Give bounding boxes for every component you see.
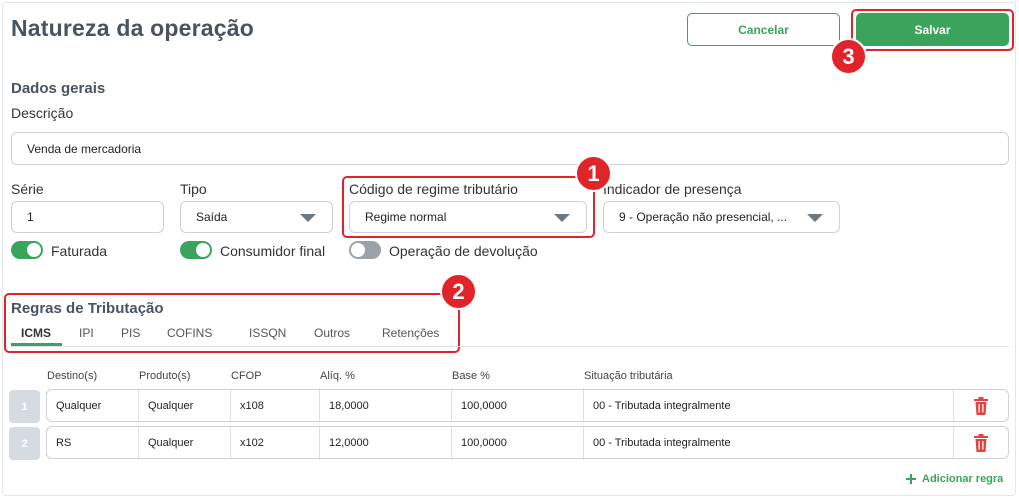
tab-icms[interactable]: ICMS (21, 326, 51, 340)
chevron-down-icon (807, 214, 823, 222)
presenca-value: 9 - Operação não presencial, ... (619, 210, 788, 224)
add-rule-button[interactable]: Adicionar regra (906, 473, 1003, 485)
tab-retencoes[interactable]: Retenções (382, 326, 439, 340)
tabs-divider (11, 346, 1009, 347)
chevron-down-icon (300, 214, 316, 222)
plus-icon (906, 474, 916, 484)
row-number: 2 (9, 427, 40, 460)
devolucao-toggle[interactable] (349, 241, 381, 259)
save-button[interactable]: Salvar (856, 13, 1009, 46)
cell-destino[interactable]: Qualquer (47, 390, 139, 421)
cell-cfop[interactable]: x102 (231, 427, 320, 458)
consumidor-final-toggle[interactable] (180, 241, 212, 259)
table-row[interactable]: RS Qualquer x102 12,0000 100,0000 00 - T… (46, 426, 1009, 459)
tipo-value: Saída (196, 210, 228, 224)
tab-ipi[interactable]: IPI (79, 326, 94, 340)
column-header-produto: Produto(s) (139, 370, 191, 382)
column-header-aliq: Alíq. % (320, 370, 355, 382)
cell-produto[interactable]: Qualquer (139, 427, 231, 458)
cell-situacao[interactable]: 00 - Tributada integralmente (584, 427, 954, 458)
serie-label: Série (11, 181, 44, 197)
step-badge-1: 1 (575, 155, 612, 192)
cell-situacao[interactable]: 00 - Tributada integralmente (584, 390, 954, 421)
active-tab-indicator (11, 343, 62, 346)
rules-section-title: Regras de Tributação (11, 300, 164, 317)
regime-label: Código de regime tributário (349, 181, 518, 197)
description-label: Descrição (11, 105, 74, 121)
column-header-situacao: Situação tributária (584, 370, 673, 382)
cell-aliq[interactable]: 18,0000 (320, 390, 452, 421)
tipo-label: Tipo (180, 181, 207, 197)
tab-issqn[interactable]: ISSQN (249, 326, 286, 340)
description-value: Venda de mercadoria (27, 141, 142, 156)
devolucao-label: Operação de devolução (389, 243, 538, 259)
cancel-button[interactable]: Cancelar (687, 13, 840, 46)
column-header-destino: Destino(s) (47, 370, 98, 382)
tipo-select[interactable]: Saída (180, 201, 333, 233)
serie-input[interactable]: 1 (11, 201, 164, 233)
regime-select[interactable]: Regime normal (349, 201, 587, 233)
faturada-toggle[interactable] (11, 241, 43, 259)
tab-cofins[interactable]: COFINS (167, 326, 212, 340)
cell-destino[interactable]: RS (47, 427, 139, 458)
regime-value: Regime normal (365, 210, 447, 224)
cell-base[interactable]: 100,0000 (452, 390, 584, 421)
serie-value: 1 (27, 210, 34, 224)
cell-aliq[interactable]: 12,0000 (320, 427, 452, 458)
row-number: 1 (9, 390, 40, 423)
cell-base[interactable]: 100,0000 (452, 427, 584, 458)
cell-actions (954, 390, 1008, 421)
presenca-select[interactable]: 9 - Operação não presencial, ... (603, 201, 840, 233)
description-input[interactable]: Venda de mercadoria (11, 132, 1009, 165)
consumidor-final-label: Consumidor final (220, 243, 326, 259)
tab-pis[interactable]: PIS (121, 326, 140, 340)
presenca-label: Indicador de presença (603, 181, 742, 197)
tab-outros[interactable]: Outros (314, 326, 350, 340)
step-badge-3: 3 (830, 38, 867, 75)
page-title: Natureza da operação (11, 15, 255, 41)
trash-icon[interactable] (973, 433, 989, 452)
column-header-cfop: CFOP (231, 370, 262, 382)
table-row[interactable]: Qualquer Qualquer x108 18,0000 100,0000 … (46, 389, 1009, 422)
faturada-label: Faturada (51, 243, 108, 259)
trash-icon[interactable] (973, 396, 989, 415)
chevron-down-icon (554, 214, 570, 222)
add-rule-label: Adicionar regra (922, 473, 1004, 485)
step-badge-2: 2 (440, 273, 477, 310)
cell-produto[interactable]: Qualquer (139, 390, 231, 421)
general-section-title: Dados gerais (11, 80, 106, 97)
cell-cfop[interactable]: x108 (231, 390, 320, 421)
column-header-base: Base % (452, 370, 490, 382)
cell-actions (954, 427, 1008, 458)
